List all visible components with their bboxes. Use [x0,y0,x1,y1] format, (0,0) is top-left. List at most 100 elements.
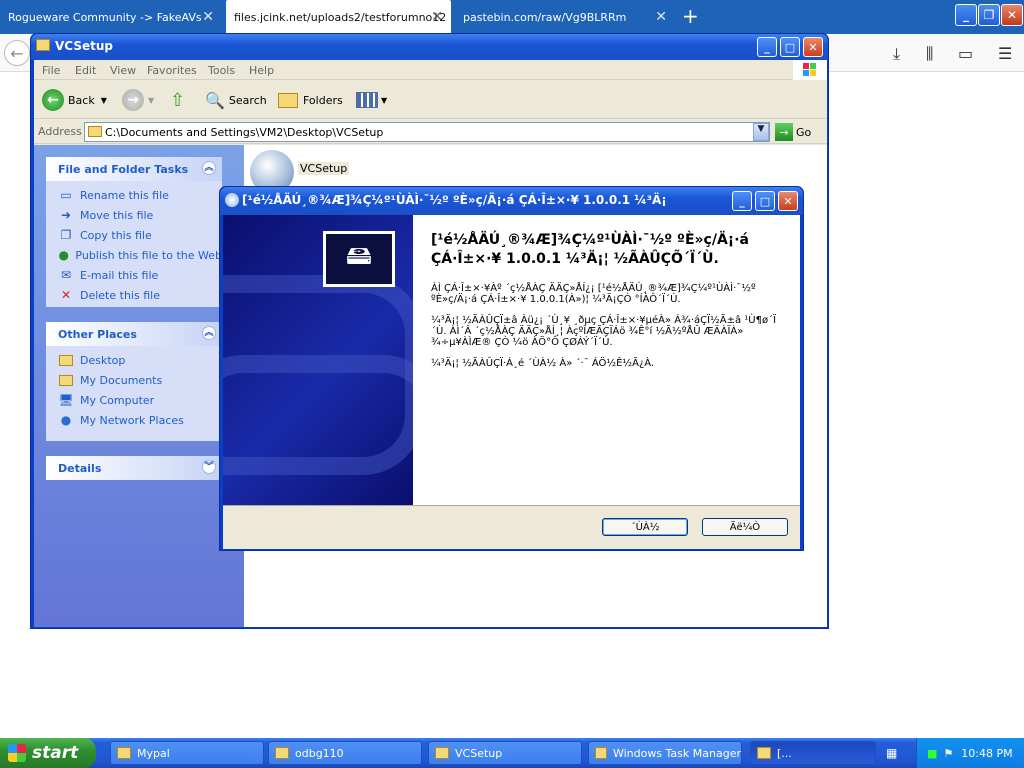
download-icon[interactable]: ⤓ [893,44,900,64]
address-dropdown-button[interactable]: ▼ [753,123,769,141]
installer-icon [225,193,239,207]
task-label: [... [777,746,792,760]
menu-icon[interactable]: ☰ [998,44,1012,63]
folder-icon [58,353,74,367]
task-label: Move this file [80,208,154,222]
browser-tab[interactable]: pastebin.com/raw/Vg9BLRRm ✕ [455,0,675,34]
file-folder-tasks-panel: File and Folder Tasks ︽ ▭ Rename this fil… [46,157,222,307]
back-arrow-icon[interactable]: ← [4,40,30,66]
browser-close-button[interactable]: ✕ [1001,4,1023,26]
panel-header[interactable]: Other Places ︽ [46,322,222,346]
taskbar-item-task-manager[interactable]: Windows Task Manager [588,741,742,765]
place-my-documents[interactable]: My Documents [46,370,222,390]
tray-icon[interactable]: ⚑ [943,747,953,760]
task-delete[interactable]: ✕ Delete this file [46,285,222,305]
panel-header[interactable]: File and Folder Tasks ︽ [46,157,222,181]
menu-tools[interactable]: Tools [208,64,235,77]
setup-titlebar[interactable]: [¹é½ÅÄÚ¸®¾Æ]¾Ç¼º¹ÙÀÌ·¯½º ºÈ»ç/Ä¡·á ÇÁ·Î±… [220,187,803,215]
address-value: C:\Documents and Settings\VM2\Desktop\VC… [105,126,384,139]
task-label: odbg110 [295,746,344,760]
close-button[interactable]: ✕ [778,191,798,211]
other-places-panel: Other Places ︽ Desktop My Documents 🖥 My … [46,322,222,441]
browser-tab-strip: Rogueware Community -> FakeAVs ✕ files.j… [0,0,1024,34]
expand-icon[interactable]: ︾ [202,460,216,474]
place-my-computer[interactable]: 🖥 My Computer [46,390,222,410]
next-button[interactable]: ´ÙÀ½ [602,518,688,536]
back-button[interactable]: ← Back ▼ [42,88,107,112]
network-tray-icon[interactable]: ■ [927,747,937,760]
task-label: Publish this file to the Web [75,248,222,262]
taskbar-item-setup[interactable]: [... [750,741,876,765]
tab-close-icon[interactable]: ✕ [431,9,443,25]
system-tray: ■ ⚑ 10:48 PM [916,738,1024,768]
installer-logo-icon: 🖴 [323,231,395,287]
rename-icon: ▭ [60,188,72,202]
taskbar-item-odbg110[interactable]: odbg110 [268,741,422,765]
documents-icon [58,373,74,387]
wizard-banner: 🖴 [223,215,413,505]
maximize-button[interactable]: □ [780,37,800,57]
setup-window-title: [¹é½ÅÄÚ¸®¾Æ]¾Ç¼º¹ÙÀÌ·¯½º ºÈ»ç/Ä¡·á ÇÁ·Î±… [242,193,667,207]
task-publish[interactable]: ● Publish this file to the Web [46,245,222,265]
back-icon: ← [42,89,64,111]
windows-logo-icon [8,744,26,762]
library-icon[interactable]: ⫼ [926,44,933,64]
computer-icon: 🖥 [58,393,74,407]
menu-edit[interactable]: Edit [75,64,96,77]
place-desktop[interactable]: Desktop [46,350,222,370]
tab-close-icon[interactable]: ✕ [202,9,214,25]
browser-restore-button[interactable]: ❐ [978,4,1000,26]
keyboard-icon[interactable]: ▦ [886,746,897,760]
up-folder-button[interactable]: ⇧ [170,88,185,112]
explorer-titlebar[interactable]: VCSetup _ □ ✕ [31,34,828,60]
tab-close-icon[interactable]: ✕ [655,9,667,25]
go-label: Go [796,125,812,139]
clock[interactable]: 10:48 PM [961,747,1012,760]
new-tab-button[interactable]: + [682,4,699,28]
task-copy[interactable]: ❐ Copy this file [46,225,222,245]
wizard-heading: [¹é½ÅÄÚ¸®¾Æ]¾Ç¼º¹ÙÀÌ·¯½º ºÈ»ç/Ä¡·á ÇÁ·Î±… [431,232,749,267]
menu-view[interactable]: View [110,64,136,77]
cancel-button[interactable]: Ãë¼Ò [702,518,788,536]
taskbar: start Mypal odbg110 VCSetup Windows Task… [0,738,1024,768]
minimize-button[interactable]: _ [732,191,752,211]
email-icon: ✉ [60,268,72,282]
task-email[interactable]: ✉ E-mail this file [46,265,222,285]
folders-button[interactable]: Folders [278,88,343,112]
folder-icon [36,39,50,51]
go-button[interactable]: → Go [775,123,811,141]
address-bar: Address C:\Documents and Settings\VM2\De… [34,120,827,144]
explorer-toolbar: ← Back ▼ → ▼ ⇧ 🔍 Search Folders ▼ [34,81,827,119]
task-rename[interactable]: ▭ Rename this file [46,185,222,205]
browser-minimize-button[interactable]: _ [955,4,977,26]
menu-help[interactable]: Help [249,64,274,77]
forward-icon: → [122,89,144,111]
place-label: Desktop [80,353,126,367]
views-button[interactable]: ▼ [356,88,387,112]
maximize-button[interactable]: □ [755,191,775,211]
folder-icon [435,747,449,759]
browser-tab[interactable]: Rogueware Community -> FakeAVs ✕ [0,0,222,34]
address-field[interactable]: C:\Documents and Settings\VM2\Desktop\VC… [84,122,770,142]
browser-tab-active[interactable]: files.jcink.net/uploads2/testforumno12 ✕ [226,0,451,34]
place-my-network[interactable]: ● My Network Places [46,410,222,430]
menu-bar: File Edit View Favorites Tools Help [34,60,827,80]
collapse-icon[interactable]: ︽ [202,326,216,340]
task-move[interactable]: ➜ Move this file [46,205,222,225]
folders-icon [278,92,298,108]
task-label: E-mail this file [80,268,159,282]
panel-header[interactable]: Details ︾ [46,456,222,480]
chevron-down-icon: ▼ [100,95,107,105]
close-button[interactable]: ✕ [803,37,823,57]
collapse-icon[interactable]: ︽ [202,161,216,175]
start-button[interactable]: start [0,738,96,768]
sidebar-icon[interactable]: ▭ [958,44,973,63]
menu-file[interactable]: File [42,64,60,77]
menu-favorites[interactable]: Favorites [147,64,197,77]
taskbar-item-vcsetup[interactable]: VCSetup [428,741,582,765]
forward-button[interactable]: → ▼ [122,88,154,112]
taskbar-item-mypal[interactable]: Mypal [110,741,264,765]
minimize-button[interactable]: _ [757,37,777,57]
task-manager-icon [595,747,607,759]
search-button[interactable]: 🔍 Search [205,88,267,112]
